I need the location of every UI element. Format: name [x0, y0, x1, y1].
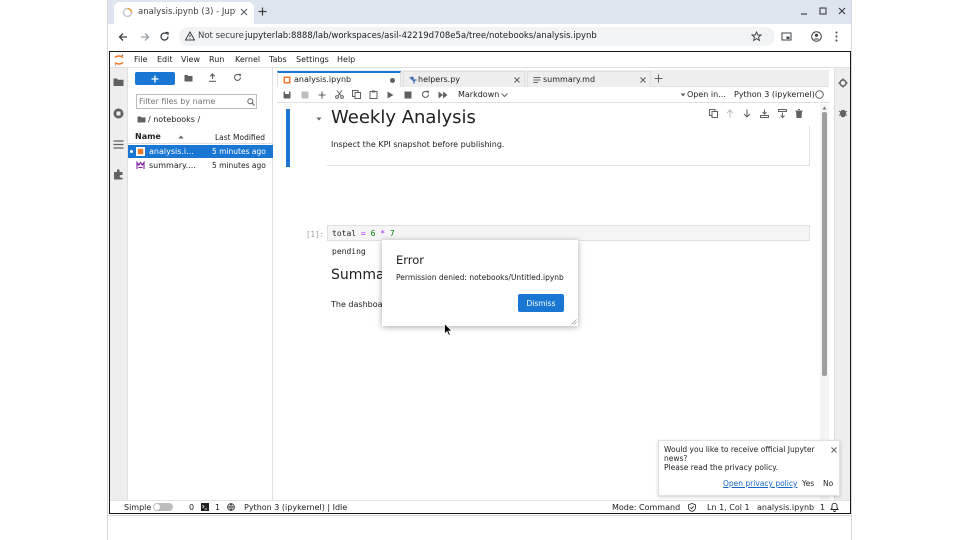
cast-icon[interactable]: [781, 32, 792, 42]
profile-icon[interactable]: [811, 31, 822, 42]
privacy-policy-link[interactable]: Open privacy policy: [723, 479, 797, 488]
omnibox[interactable]: Not secure jupyterlab:8888/lab/workspace…: [179, 27, 775, 46]
no-button[interactable]: No: [823, 479, 833, 488]
minimize-icon[interactable]: [800, 8, 808, 16]
news-notification: Would you like to receive official Jupyt…: [658, 440, 840, 496]
star-icon[interactable]: [751, 31, 762, 42]
dialog-title: Error: [396, 253, 425, 267]
dismiss-button[interactable]: Dismiss: [518, 294, 564, 312]
browser-tab-title: analysis.ipynb (3) - Jupyt: [138, 7, 236, 17]
warning-icon: [185, 31, 195, 41]
yes-button[interactable]: Yes: [802, 479, 814, 488]
toast-line-2: news?: [664, 454, 688, 463]
toast-line-1: Would you like to receive official Jupyt…: [664, 445, 815, 454]
forward-icon[interactable]: [140, 32, 150, 42]
resize-handle-icon[interactable]: [571, 319, 577, 325]
browser-tabstrip: analysis.ipynb (3) - Jupyt: [108, 0, 851, 24]
window-close-icon[interactable]: [838, 7, 846, 15]
error-dialog: Error Permission denied: notebooks/Untit…: [382, 240, 578, 326]
browser-bottom-strip: [108, 515, 851, 540]
loading-icon: [122, 7, 133, 18]
mouse-cursor-icon: [444, 323, 453, 336]
close-icon[interactable]: [831, 447, 837, 453]
new-tab-icon[interactable]: [258, 7, 267, 16]
jupyterlab-app: File Edit View Run Kernel Tabs Settings …: [109, 51, 851, 514]
close-icon[interactable]: [240, 8, 248, 16]
dialog-message: Permission denied: notebooks/Untitled.ip…: [396, 273, 564, 282]
back-icon[interactable]: [118, 32, 128, 42]
url-text[interactable]: jupyterlab:8888/lab/workspaces/asil-4221…: [245, 31, 597, 41]
kebab-menu-icon[interactable]: [835, 31, 838, 42]
security-label[interactable]: Not secure: [198, 31, 244, 41]
reload-icon[interactable]: [159, 31, 170, 42]
address-bar-row: Not secure jupyterlab:8888/lab/workspace…: [108, 24, 851, 50]
toast-line-3: Please read the privacy policy.: [664, 463, 778, 472]
browser-tab[interactable]: analysis.ipynb (3) - Jupyt: [114, 2, 254, 24]
maximize-icon[interactable]: [819, 7, 827, 15]
